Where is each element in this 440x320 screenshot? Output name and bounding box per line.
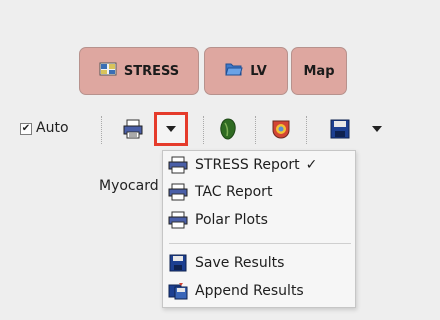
menu-item-save-results[interactable]: Save Results xyxy=(163,251,355,275)
tab-stress[interactable]: STRESS xyxy=(79,47,199,95)
tab-map[interactable]: Map xyxy=(291,47,347,95)
dropdown-arrow-icon xyxy=(166,126,176,132)
folder-icon xyxy=(225,62,243,80)
heart-icon[interactable] xyxy=(218,117,238,141)
auto-checkbox[interactable]: ✔ xyxy=(20,123,32,135)
tab-stress-label: STRESS xyxy=(123,63,180,79)
menu-item-label: Save Results xyxy=(195,255,285,271)
menu-item-label: TAC Report xyxy=(195,184,273,200)
toolbar: ✔ Auto xyxy=(0,110,440,152)
toolbar-separator xyxy=(203,116,204,144)
print-options-menu: STRESS Report ✓ TAC Report Polar Plots S… xyxy=(162,150,356,308)
toolbar-separator xyxy=(306,116,307,144)
dropdown-arrow-icon[interactable] xyxy=(372,126,382,132)
menu-item-stress-report[interactable]: STRESS Report ✓ xyxy=(163,153,355,177)
tab-lv[interactable]: LV xyxy=(204,47,288,95)
checkmark-icon: ✓ xyxy=(305,157,318,173)
save-icon xyxy=(167,254,189,272)
menu-separator xyxy=(169,243,351,244)
print-options-dropdown-button[interactable] xyxy=(154,112,188,146)
print-icon xyxy=(167,156,189,174)
print-icon[interactable] xyxy=(122,119,144,139)
section-label: Myocard xyxy=(99,178,159,194)
tab-map-label: Map xyxy=(303,63,335,79)
menu-item-append-results[interactable]: Append Results xyxy=(163,279,355,303)
toolbar-separator xyxy=(255,116,256,144)
print-icon xyxy=(167,211,189,229)
menu-item-polar-plots[interactable]: Polar Plots xyxy=(163,208,355,232)
menu-item-label: STRESS Report xyxy=(195,157,300,173)
auto-label: Auto xyxy=(36,120,69,136)
append-icon xyxy=(167,282,189,300)
bullseye-icon[interactable] xyxy=(270,118,292,140)
print-icon xyxy=(167,183,189,201)
stress-icon xyxy=(99,61,117,81)
menu-item-tac-report[interactable]: TAC Report xyxy=(163,180,355,204)
menu-item-label: Append Results xyxy=(195,283,304,299)
save-icon[interactable] xyxy=(330,119,350,139)
tab-lv-label: LV xyxy=(250,63,267,79)
menu-item-label: Polar Plots xyxy=(195,212,268,228)
toolbar-separator xyxy=(101,116,102,144)
